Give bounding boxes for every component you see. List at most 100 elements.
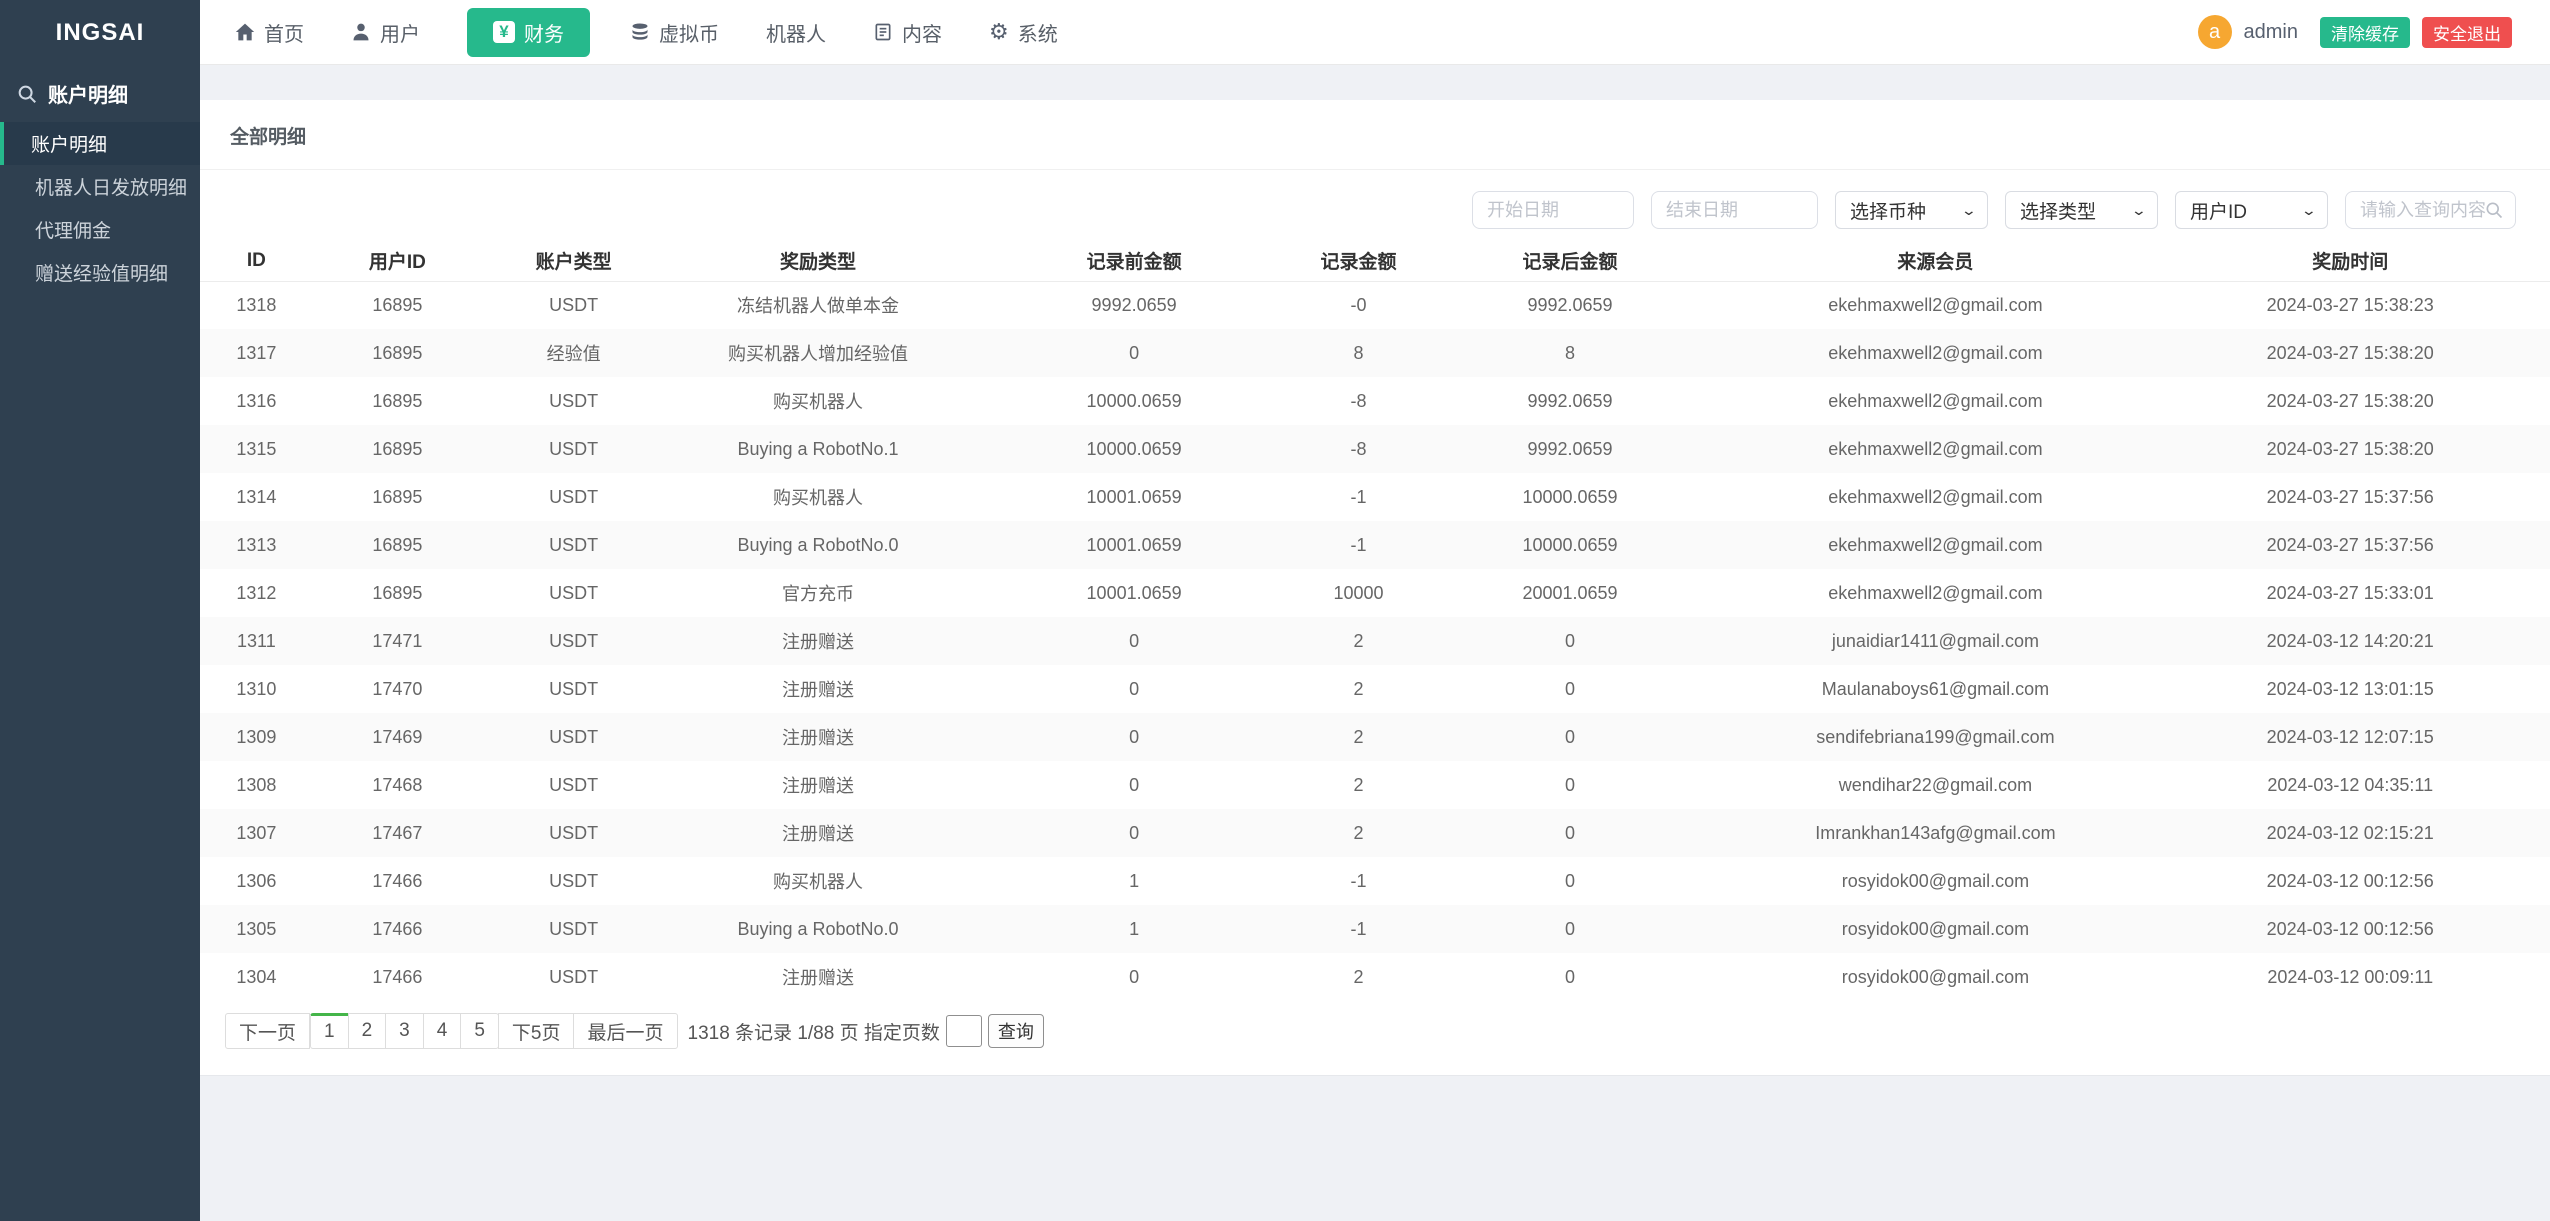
table-cell: 1315 [236,438,277,459]
page-button-5[interactable]: 5 [460,1013,499,1049]
goto-page-input[interactable] [945,1015,982,1047]
page-button-3[interactable]: 3 [385,1013,424,1049]
table-cell: 2024-03-27 15:33:01 [2266,582,2434,603]
table-cell: 购买机器人 [773,488,864,508]
table-cell: 0 [1565,726,1576,747]
table-cell: -1 [1350,486,1367,507]
table-cell: 17471 [372,630,423,651]
table-cell: 2024-03-12 13:01:15 [2266,678,2434,699]
nav-item-system[interactable]: ⚙ 系统 [989,18,1058,47]
search-input[interactable] [2345,191,2516,229]
coin-select[interactable]: 选择币种 ⌄ [1835,191,1988,229]
table-cell: Buying a RobotNo.0 [737,534,899,555]
table-cell: USDT [549,726,599,747]
nav-item-home[interactable]: 首页 [235,18,304,47]
table-cell: USDT [549,630,599,651]
topbar-right: a admin 清除缓存 安全退出 [2197,15,2512,49]
table-row[interactable]: 1304 17466 USDT 注册赠送 0 2 0 rosyidok00@gmail.com… [200,953,2550,1001]
table-cell: 2024-03-27 15:38:20 [2266,390,2434,411]
table-cell: 17468 [372,774,423,795]
nav-item-finance[interactable]: ¥ 财务 [467,7,590,57]
search-field [2345,191,2516,229]
coins-icon [630,22,650,42]
last-page-button[interactable]: 最后一页 [573,1013,678,1049]
table-row[interactable]: 1311 17471 USDT 注册赠送 0 2 0 junaidiar1411@gmail.… [200,617,2550,665]
table-cell: 购买机器人 [773,872,864,892]
table-cell: 2024-03-12 14:20:21 [2266,630,2434,651]
table-cell: rosyidok00@gmail.com [1841,966,2030,987]
logout-button[interactable]: 安全退出 [2422,16,2512,48]
user-id-select[interactable]: 用户ID ⌄ [2175,191,2328,229]
clear-cache-button[interactable]: 清除缓存 [2320,16,2410,48]
table-header-cell: 记录前金额 [970,241,1298,282]
nav-item-label: 首页 [264,23,304,46]
table-row[interactable]: 1305 17466 USDT Buying a RobotNo.0 1 -1 0 rosyi… [200,905,2550,953]
nav-item-crypto[interactable]: 虚拟币 [630,18,719,47]
sidebar-item-robot-daily-detail[interactable]: 机器人日发放明细 [0,165,200,208]
page-button-1[interactable]: 1 [310,1013,349,1049]
table-cell: Imrankhan143afg@gmail.com [1815,822,2056,843]
table-row[interactable]: 1312 16895 USDT 官方充币 10001.0659 10000 20001.06… [200,569,2550,617]
nav-item-content[interactable]: 内容 [873,18,942,47]
page-button-4[interactable]: 4 [422,1013,462,1049]
table-cell: 8 [1565,342,1576,363]
nav-item-label: 用户 [380,23,420,46]
table-cell: USDT [549,966,599,987]
table-cell: 0 [1129,342,1140,363]
table-cell: ekehmaxwell2@gmail.com [1828,582,2043,603]
table-row[interactable]: 1310 17470 USDT 注册赠送 0 2 0 Maulanaboys61@gmail.… [200,665,2550,713]
table-row[interactable]: 1308 17468 USDT 注册赠送 0 2 0 wendihar22@gmail.com… [200,761,2550,809]
table-cell: ekehmaxwell2@gmail.com [1828,390,2043,411]
table-row[interactable]: 1318 16895 USDT 冻结机器人做单本金 9992.0659 -0 9992.06… [200,281,2550,329]
table-row[interactable]: 1309 17469 USDT 注册赠送 0 2 0 sendifebriana199@gma… [200,713,2550,761]
table-cell: -1 [1350,918,1367,939]
table-cell: 1306 [236,870,277,891]
table-cell: 1312 [236,582,277,603]
sidebar-item-gift-exp-detail[interactable]: 赠送经验值明细 [0,251,200,294]
sidebar: INGSAI 账户明细 账户明细 机器人日发放明细 代理佣金 赠送经验值明细 [0,0,200,1221]
table-cell: 注册赠送 [782,776,855,796]
table-row[interactable]: 1307 17467 USDT 注册赠送 0 2 0 Imrankhan143afg@gmai… [200,809,2550,857]
table-cell: 16895 [372,486,423,507]
type-select[interactable]: 选择类型 ⌄ [2005,191,2158,229]
table-cell: USDT [549,294,599,315]
sidebar-section-account-detail[interactable]: 账户明细 [0,65,200,122]
page-title: 全部明细 [200,100,2550,170]
sidebar-item-agent-commission[interactable]: 代理佣金 [0,208,200,251]
next-5-pages-button[interactable]: 下5页 [497,1013,575,1049]
table-row[interactable]: 1315 16895 USDT Buying a RobotNo.1 10000.065… [200,425,2550,473]
nav-item-users[interactable]: 用户 [351,18,420,47]
table-cell: 2 [1353,822,1364,843]
table-row[interactable]: 1313 16895 USDT Buying a RobotNo.0 10001.065… [200,521,2550,569]
start-date-input[interactable] [1472,191,1634,229]
next-page-button[interactable]: 下一页 [225,1013,311,1049]
table-cell: 9992.0659 [1527,390,1613,411]
avatar[interactable]: a [2197,15,2232,49]
table-cell: 2024-03-12 00:12:56 [2266,918,2434,939]
sidebar-item-account-detail[interactable]: 账户明细 [0,122,200,165]
table-cell: 2024-03-27 15:37:56 [2266,486,2434,507]
table-cell: 9992.0659 [1527,294,1613,315]
nav-item-robot[interactable]: 机器人 [766,18,826,47]
table-cell: Buying a RobotNo.1 [737,438,899,459]
page-button-2[interactable]: 2 [347,1013,387,1049]
table-cell: -1 [1350,534,1367,555]
end-date-input[interactable] [1651,191,1818,229]
table-header-row: ID 用户ID 账户类型 奖励类型 记录前金额 记录金额 记录后金额 来源会员 奖励时间 [200,241,2550,282]
table-row[interactable]: 1306 17466 USDT 购买机器人 1 -1 0 rosyidok00@gmail.c… [200,857,2550,905]
username: admin [2243,20,2298,43]
table-cell: 10000.0659 [1086,438,1182,459]
table-cell: 0 [1565,630,1576,651]
query-button[interactable]: 查询 [987,1014,1044,1048]
table-cell: wendihar22@gmail.com [1838,774,2033,795]
table-cell: 0 [1129,966,1140,987]
table-cell: 16895 [372,294,423,315]
nav-item-label: 系统 [1017,23,1058,46]
table-row[interactable]: 1317 16895 经验值 购买机器人增加经验值 0 8 8 ekehmaxwell2@gm… [200,329,2550,377]
table-row[interactable]: 1316 16895 USDT 购买机器人 10000.0659 -8 9992.0659 e… [200,377,2550,425]
table-cell: 注册赠送 [782,728,855,748]
table-cell: 9992.0659 [1091,294,1177,315]
table-row[interactable]: 1314 16895 USDT 购买机器人 10001.0659 -1 10000.0659… [200,473,2550,521]
table-cell: 16895 [372,534,423,555]
table-cell: Maulanaboys61@gmail.com [1821,678,2050,699]
